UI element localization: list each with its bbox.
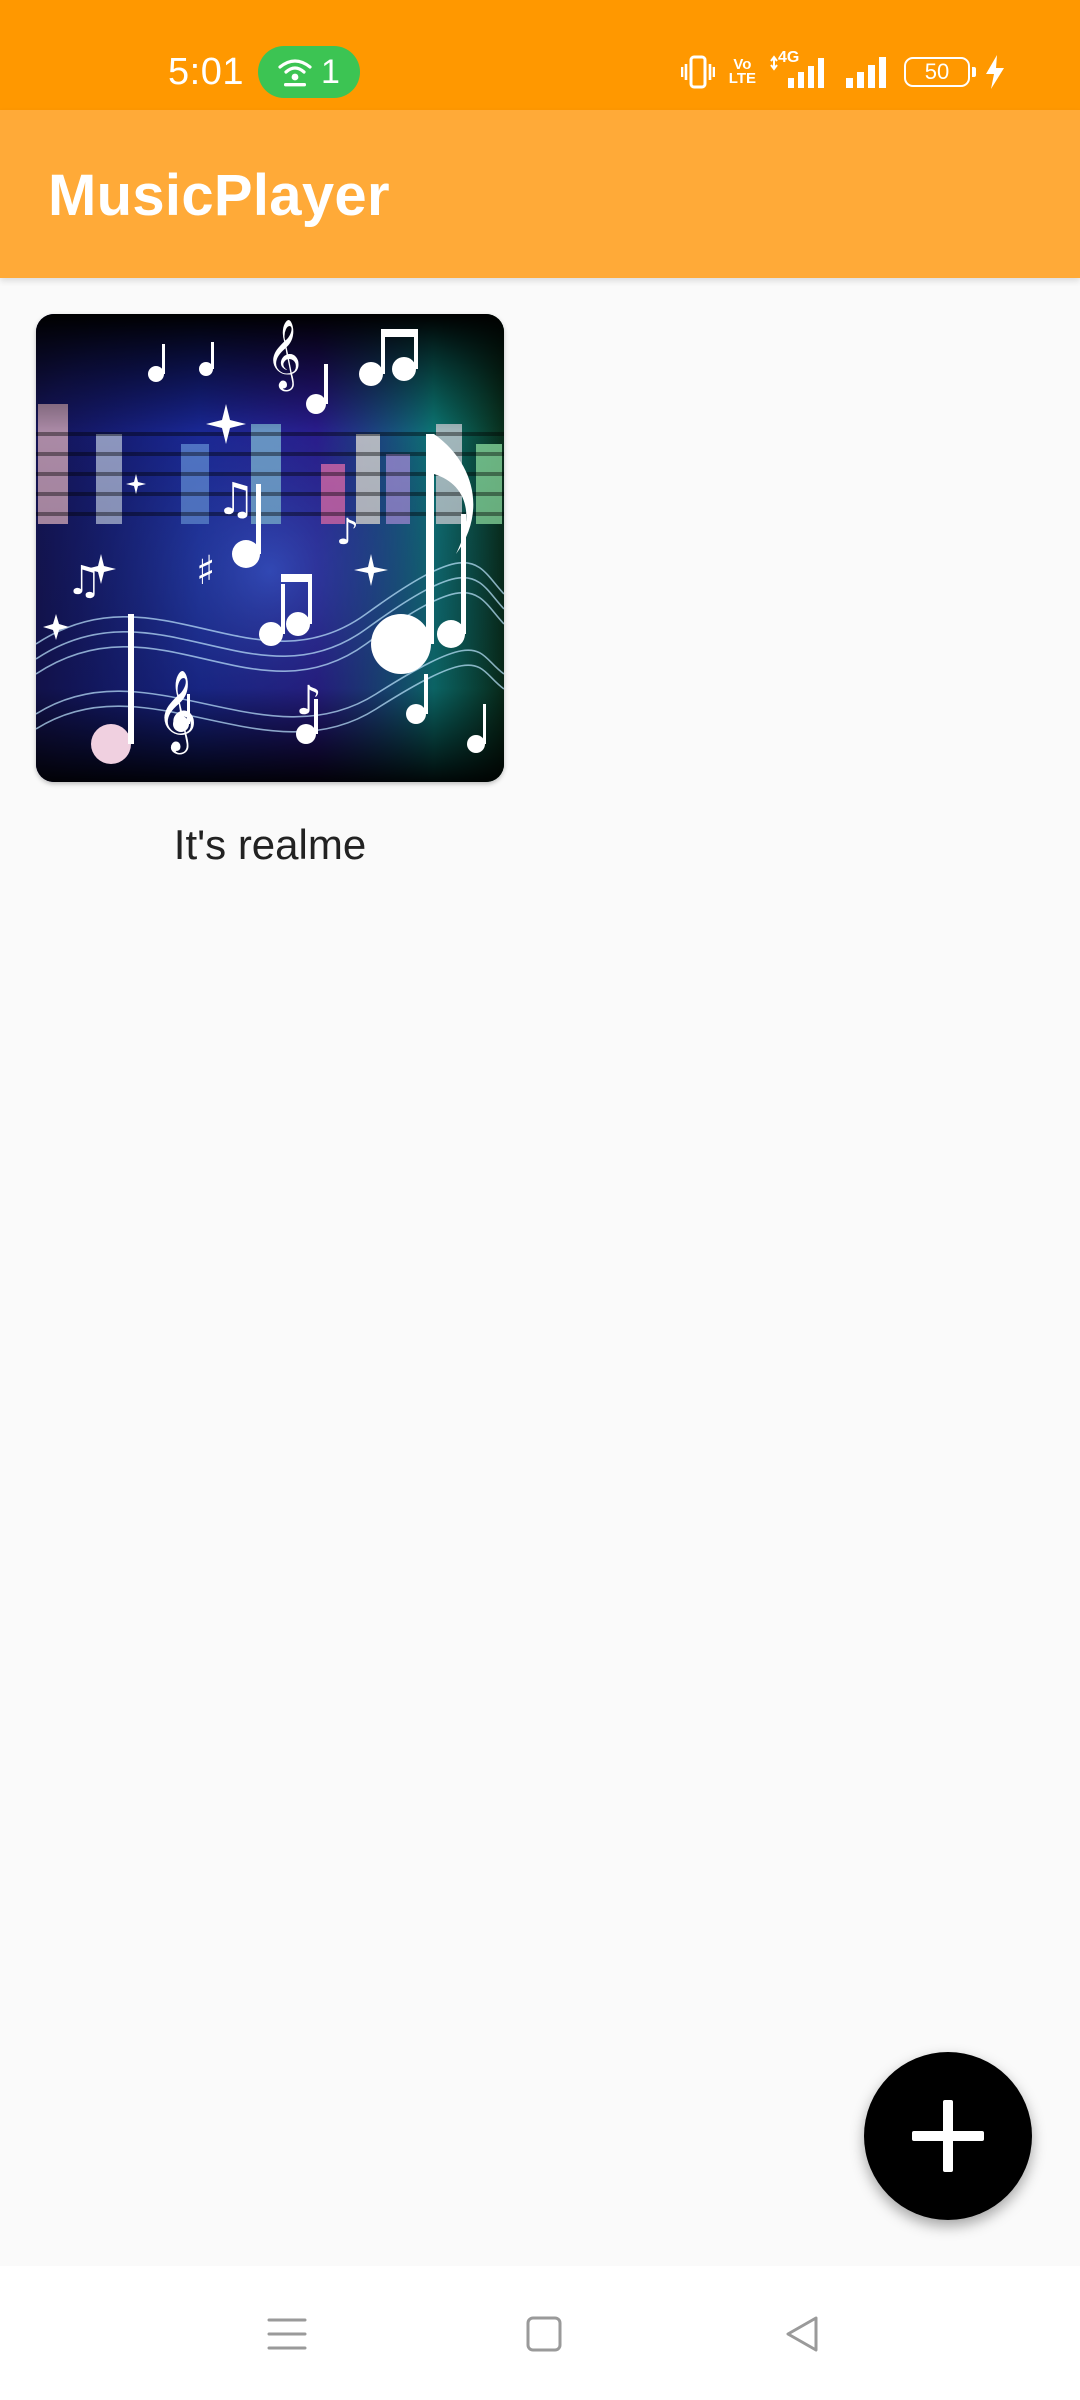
volte-icon: Vo LTE	[728, 57, 756, 87]
hotspot-icon	[278, 59, 312, 87]
back-icon	[786, 2316, 818, 2352]
status-time: 5:01	[168, 51, 244, 93]
add-button[interactable]	[864, 2052, 1032, 2220]
svg-text:𝄞: 𝄞	[266, 319, 301, 391]
app-bar: MusicPlayer	[0, 110, 1080, 278]
svg-text:𝄞: 𝄞	[156, 669, 197, 754]
volte-label-bottom: LTE	[728, 70, 756, 87]
plus-icon	[912, 2100, 984, 2172]
status-icons: Vo LTE 4G 50	[680, 50, 1006, 92]
navigation-bar	[0, 2266, 1080, 2400]
music-notes-artwork: 𝄞 𝄞 ♯ ♫ ♫ ♪ ♪	[36, 314, 504, 782]
app-title: MusicPlayer	[48, 163, 390, 228]
battery-icon: 50	[904, 57, 976, 87]
album-title[interactable]: It's realme	[36, 820, 504, 870]
svg-text:♯: ♯	[196, 548, 215, 594]
home-button[interactable]	[520, 2310, 568, 2358]
hotspot-count: 1	[321, 53, 340, 91]
svg-text:♪: ♪	[336, 512, 359, 553]
home-icon	[526, 2316, 562, 2352]
signal-4g-icon: 4G	[770, 50, 830, 92]
hotspot-indicator: 1	[258, 46, 360, 98]
status-bar: 5:01 1 Vo LTE 4G 50	[0, 0, 1080, 110]
svg-text:♫: ♫	[66, 558, 102, 604]
charging-icon	[986, 55, 1004, 89]
battery-level: 50	[924, 59, 950, 84]
back-button[interactable]	[778, 2310, 826, 2358]
signal-icon	[846, 57, 886, 88]
svg-text:♫: ♫	[216, 474, 255, 525]
album-card[interactable]: 𝄞 𝄞 ♯ ♫ ♫ ♪ ♪ It's realme	[36, 314, 504, 870]
menu-icon	[267, 2318, 307, 2350]
vibrate-icon	[680, 55, 715, 89]
album-artwork[interactable]: 𝄞 𝄞 ♯ ♫ ♫ ♪ ♪	[36, 314, 504, 782]
recent-apps-button[interactable]	[263, 2310, 311, 2358]
svg-text:♪: ♪	[296, 678, 322, 724]
